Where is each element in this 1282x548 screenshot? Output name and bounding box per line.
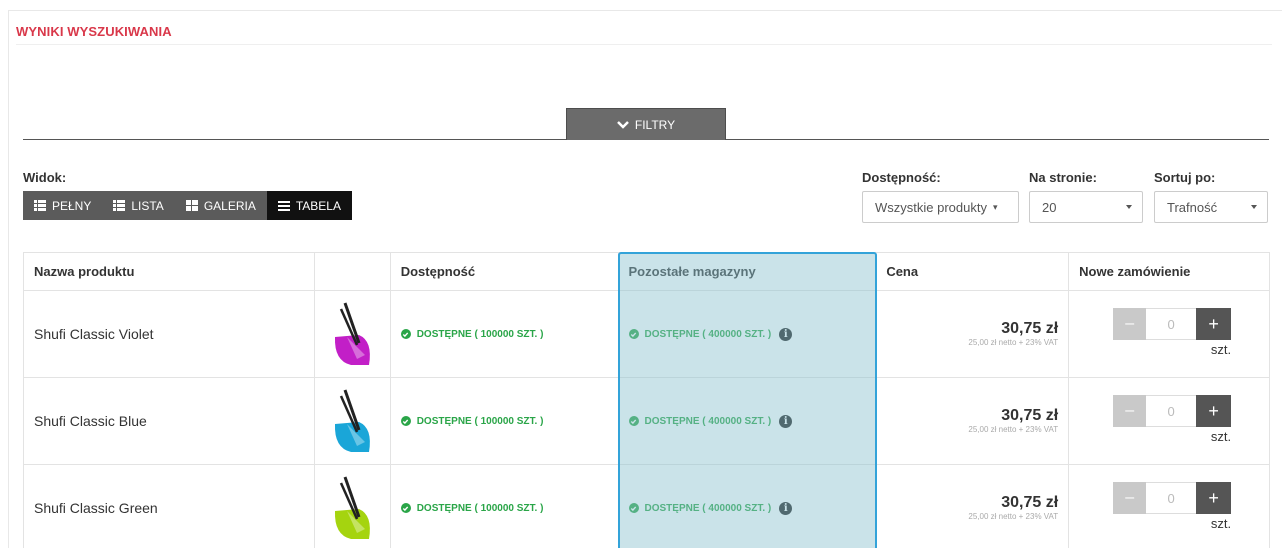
header-image	[315, 253, 391, 290]
increment-button[interactable]: +	[1196, 395, 1232, 427]
increment-button[interactable]: +	[1196, 308, 1232, 340]
divider	[16, 44, 1272, 45]
dustpan-image	[335, 389, 371, 452]
view-gallery-label: GALERIA	[203, 198, 256, 213]
quantity-stepper: –0 +	[1113, 308, 1232, 340]
quantity-stepper: –0 +	[1113, 482, 1232, 514]
quantity-input[interactable]: 0	[1146, 308, 1197, 340]
unit-label: szt.	[1210, 429, 1232, 444]
check-circle-icon	[400, 503, 411, 513]
price-gross: 30,75 zł	[1001, 407, 1059, 424]
product-name[interactable]: Shufi Classic Violet	[24, 326, 154, 342]
filters-button[interactable]: FILTRY	[566, 108, 726, 140]
availability-status: DOSTĘPNE ( 100000 SZT. )	[391, 328, 544, 340]
price-net: 25,00 zł netto + 23% VAT	[968, 425, 1059, 434]
filters-button-label: FILTRY	[634, 117, 676, 132]
quantity-input[interactable]: 0	[1146, 482, 1197, 514]
increment-button[interactable]: +	[1196, 482, 1232, 514]
product-image[interactable]	[315, 378, 391, 464]
list-icon	[113, 200, 126, 211]
availability-filter-label: Dostępność:	[862, 170, 941, 185]
per-page-label: Na stronie:	[1029, 170, 1097, 185]
per-page-select-value: 20	[1042, 199, 1057, 215]
order-control: –0 + szt.	[1113, 482, 1232, 531]
unit-label: szt.	[1210, 516, 1232, 531]
order-control: –0 + szt.	[1113, 308, 1232, 357]
availability-select-value: Wszystkie produkty	[875, 199, 987, 215]
order-control: –0 + szt.	[1113, 395, 1232, 444]
list-full-icon	[34, 200, 46, 211]
quantity-input[interactable]: 0	[1146, 395, 1197, 427]
price-gross: 30,75 zł	[1001, 320, 1059, 337]
dustpan-body	[335, 335, 371, 365]
chevron-down-icon	[616, 120, 629, 129]
view-full-button[interactable]: PEŁNY	[23, 191, 103, 220]
sort-select-value: Trafność	[1167, 199, 1218, 215]
products-table: Nazwa produktu Dostępność Pozostałe maga…	[23, 252, 1270, 548]
table-row: Shufi Classic Violet DOSTĘPNE ( 100000 S…	[24, 291, 1270, 378]
availability-select[interactable]: Wszystkie produkty ▾	[862, 191, 1019, 223]
table-row: Shufi Classic Green DOSTĘPNE ( 100000 SZ…	[24, 465, 1270, 548]
table-row: Shufi Classic Blue DOSTĘPNE ( 100000 SZT…	[24, 378, 1270, 465]
header-availability: Dostępność	[391, 253, 619, 290]
header-other-warehouses: Pozostałe magazyny	[619, 253, 877, 290]
header-new-order: Nowe zamówienie	[1069, 253, 1270, 290]
warehouse-text: DOSTĘPNE ( 400000 SZT. )	[644, 502, 772, 514]
availability-text: DOSTĘPNE ( 100000 SZT. )	[416, 328, 544, 340]
availability-text: DOSTĘPNE ( 100000 SZT. )	[416, 415, 544, 427]
section-title: WYNIKI WYSZUKIWANIA	[16, 24, 172, 39]
info-icon[interactable]: i	[779, 501, 793, 515]
decrement-button[interactable]: –	[1113, 482, 1147, 514]
view-list-label: LISTA	[131, 198, 164, 213]
view-table-label: TABELA	[295, 198, 341, 213]
availability-text: DOSTĘPNE ( 100000 SZT. )	[416, 502, 544, 514]
view-switcher: PEŁNY LISTA GALERIA TABELA	[23, 191, 352, 220]
caret-icon	[1126, 205, 1132, 209]
price-gross: 30,75 zł	[1001, 494, 1059, 511]
dustpan-body	[335, 509, 371, 539]
warehouse-status: DOSTĘPNE ( 400000 SZT. ) i	[619, 414, 793, 428]
product-name[interactable]: Shufi Classic Green	[24, 500, 158, 516]
availability-status: DOSTĘPNE ( 100000 SZT. )	[391, 502, 544, 514]
decrement-button[interactable]: –	[1113, 395, 1147, 427]
quantity-stepper: –0 +	[1113, 395, 1232, 427]
view-table-button[interactable]: TABELA	[266, 191, 352, 220]
check-circle-icon	[628, 503, 639, 513]
warehouse-status: DOSTĘPNE ( 400000 SZT. ) i	[619, 327, 793, 341]
unit-label: szt.	[1210, 342, 1232, 357]
product-image[interactable]	[315, 465, 391, 548]
dustpan-image	[335, 476, 371, 539]
product-image[interactable]	[315, 291, 391, 377]
view-label: Widok:	[23, 170, 67, 185]
table-header-row: Nazwa produktu Dostępność Pozostałe maga…	[24, 253, 1270, 291]
dustpan-image	[335, 302, 371, 365]
view-gallery-button[interactable]: GALERIA	[174, 191, 267, 220]
header-price: Cena	[876, 253, 1070, 290]
table-icon	[277, 201, 290, 211]
sort-select[interactable]: Trafność	[1154, 191, 1268, 223]
price-net: 25,00 zł netto + 23% VAT	[968, 512, 1059, 521]
info-icon[interactable]: i	[779, 327, 793, 341]
price-net: 25,00 zł netto + 23% VAT	[968, 338, 1059, 347]
caret-icon: ▾	[992, 201, 998, 212]
product-name[interactable]: Shufi Classic Blue	[24, 413, 147, 429]
decrement-button[interactable]: –	[1113, 308, 1147, 340]
check-circle-icon	[400, 329, 411, 339]
check-circle-icon	[628, 416, 639, 426]
check-circle-icon	[400, 416, 411, 426]
header-product-name: Nazwa produktu	[24, 253, 315, 290]
warehouse-status: DOSTĘPNE ( 400000 SZT. ) i	[619, 501, 793, 515]
warehouse-text: DOSTĘPNE ( 400000 SZT. )	[644, 328, 772, 340]
warehouse-text: DOSTĘPNE ( 400000 SZT. )	[644, 415, 772, 427]
view-full-label: PEŁNY	[52, 198, 92, 213]
info-icon[interactable]: i	[779, 414, 793, 428]
dustpan-body	[335, 422, 371, 452]
availability-status: DOSTĘPNE ( 100000 SZT. )	[391, 415, 544, 427]
sort-label: Sortuj po:	[1154, 170, 1216, 185]
view-list-button[interactable]: LISTA	[102, 191, 175, 220]
check-circle-icon	[628, 329, 639, 339]
per-page-select[interactable]: 20	[1029, 191, 1143, 223]
grid-icon	[185, 200, 198, 211]
caret-icon	[1251, 205, 1257, 209]
